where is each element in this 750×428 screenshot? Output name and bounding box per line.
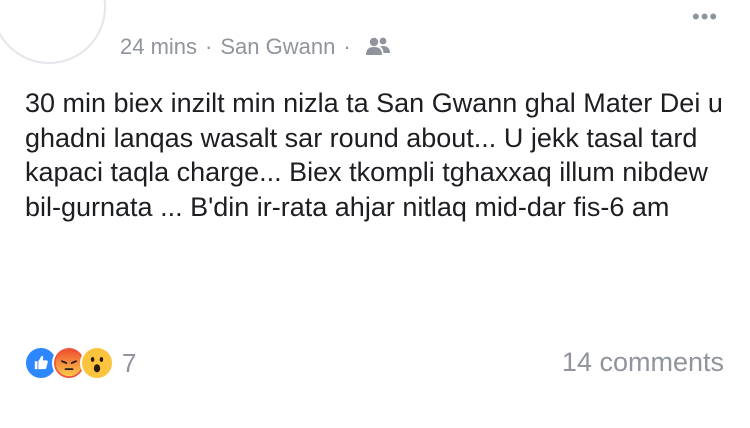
group-icon[interactable]	[365, 36, 391, 58]
more-options-icon[interactable]: •••	[692, 6, 718, 28]
reactions-summary[interactable]: 7	[24, 345, 136, 381]
meta-separator: ·	[343, 34, 351, 59]
meta-separator: ·	[205, 34, 213, 59]
avatar[interactable]	[0, 0, 106, 64]
post-text: 30 min biex inzilt min nizla ta San Gwan…	[25, 88, 723, 222]
wow-icon	[80, 346, 114, 380]
post-meta: 24 mins · San Gwann ·	[120, 33, 391, 61]
reactions-count[interactable]: 7	[122, 348, 136, 379]
post-location[interactable]: San Gwann	[220, 33, 335, 61]
comments-count-link[interactable]: 14 comments	[562, 347, 724, 378]
post-timestamp[interactable]: 24 mins	[120, 33, 197, 61]
